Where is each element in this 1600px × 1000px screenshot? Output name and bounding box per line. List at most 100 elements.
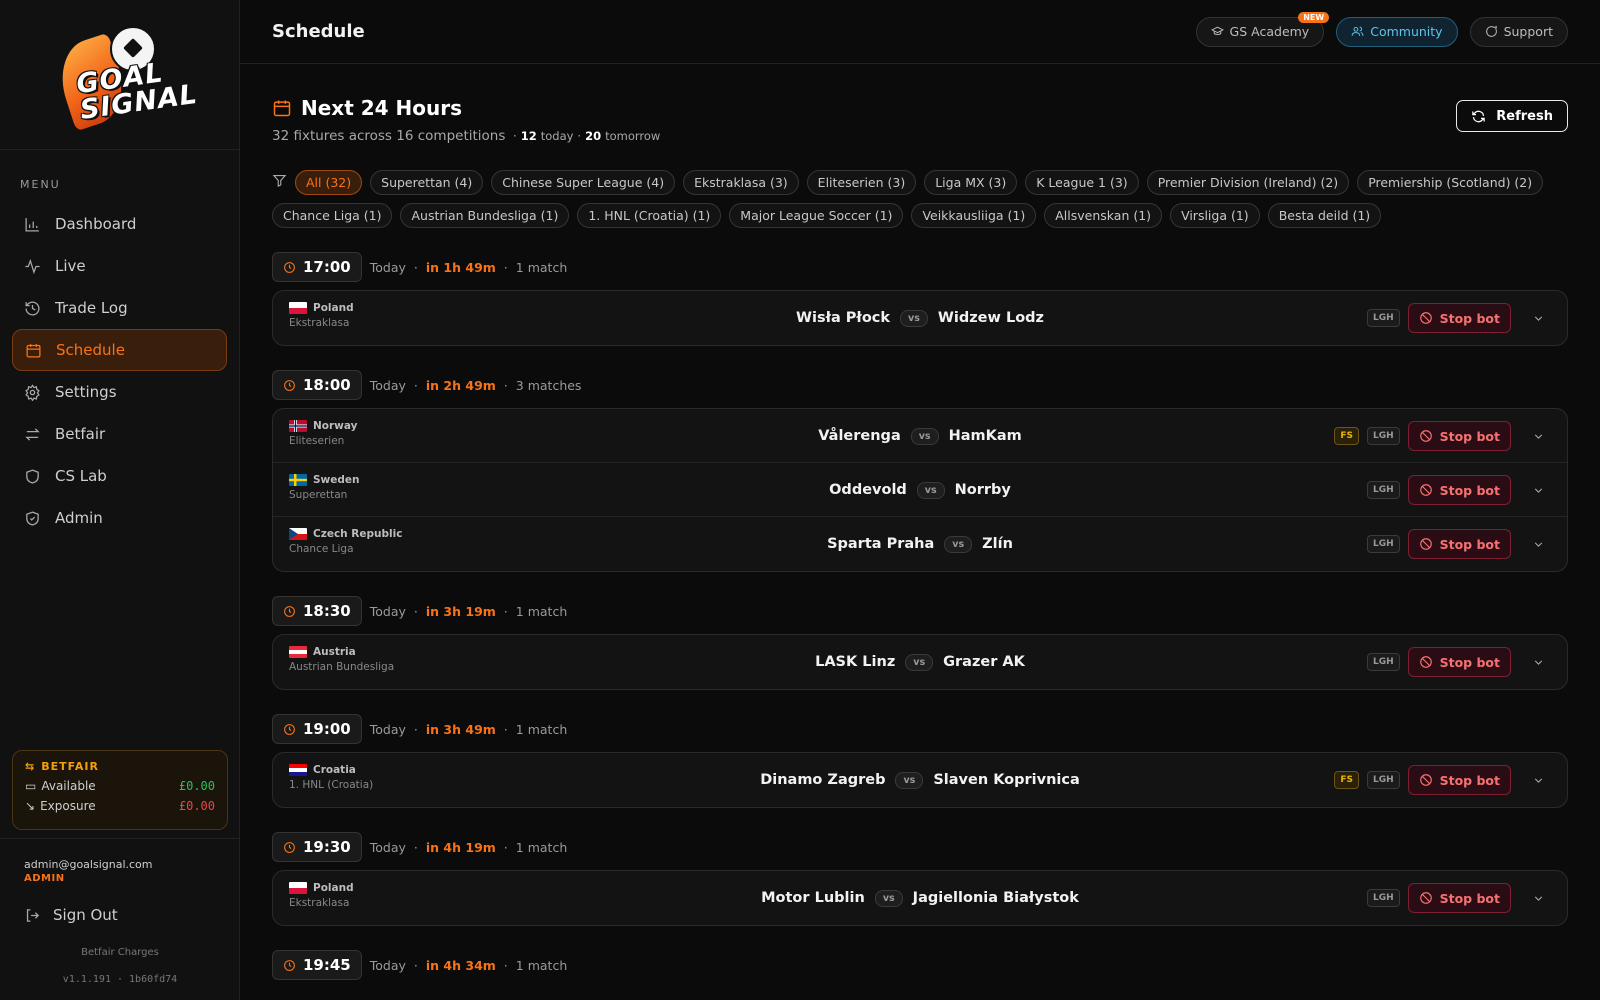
expand-button[interactable] [1523,774,1553,787]
matches-card: Austria Austrian Bundesliga LASK Linz vs Gra… [272,634,1568,690]
expand-button[interactable] [1523,312,1553,325]
user-email: admin@goalsignal.com [24,858,153,871]
league-info: Norway Eliteserien [289,420,358,447]
stop-bot-button[interactable]: Stop bot [1407,303,1511,333]
country-flag-icon [289,646,307,658]
match-row[interactable]: Croatia 1. HNL (Croatia) Dinamo Zagreb vs Sl… [273,753,1567,807]
exposure-row: ↘ Exposure £0.00 [25,799,215,813]
match-row[interactable]: Czech Republic Chance Liga Sparta Praha vs Z… [273,517,1567,571]
match-row[interactable]: Sweden Superettan Oddevold vs Norrby LGH Stop … [273,463,1567,517]
home-team: Sparta Praha [827,536,935,552]
vs-badge: vs [944,535,973,553]
country-name: Sweden [313,474,360,486]
stop-bot-button[interactable]: Stop bot [1407,883,1511,913]
refresh-button[interactable]: Refresh [1456,100,1568,132]
sidebar-item-admin[interactable]: Admin [12,497,227,539]
country-flag-icon [289,882,307,894]
filter-chip[interactable]: Eliteserien (3) [806,170,917,195]
sidebar-item-settings[interactable]: Settings [12,371,227,413]
goalsignal-logo[interactable]: GOAL SIGNAL [40,20,200,131]
bar-chart-icon [25,217,39,232]
gs-academy-button[interactable]: GS Academy NEW [1195,11,1330,47]
away-team: Zlín [982,536,1013,552]
filter-chip[interactable]: Chance Liga (1) [272,203,393,228]
menu-title: MENU [20,178,61,191]
match-row[interactable]: Norway Eliteserien Vålerenga vs HamKam FS LGH S… [273,409,1567,463]
lgh-tag: LGH [1366,535,1400,553]
filter-chip[interactable]: Ekstraklasa (3) [683,170,799,195]
chevron-down-icon [1534,487,1542,493]
away-team: Slaven Koprivnica [933,772,1080,788]
match-count: 1 match [515,839,568,855]
time-group: 19:45 Today · in 4h 34m · 1 match [272,950,1568,980]
matches-card: Croatia 1. HNL (Croatia) Dinamo Zagreb vs Sl… [272,752,1568,808]
league-info: Sweden Superettan [289,474,360,501]
sidebar-item-cs-lab[interactable]: CS Lab [12,455,227,497]
filter-chip[interactable]: Chinese Super League (4) [491,170,676,195]
stop-bot-button[interactable]: Stop bot [1407,475,1511,505]
community-button[interactable]: Community [1336,16,1458,47]
filter-chip[interactable]: Superettan (4) [370,170,484,195]
section-title: Next 24 Hours [272,96,660,120]
countdown: in 3h 49m [425,721,496,737]
stop-bot-button[interactable]: Stop bot [1407,647,1511,677]
stop-bot-button[interactable]: Stop bot [1407,529,1511,559]
expand-button[interactable] [1523,538,1553,551]
new-badge: NEW [1298,11,1330,23]
countdown: in 4h 34m [425,957,496,973]
expand-button[interactable] [1523,430,1553,443]
app-version: v1.1.191 · 1b60fd74 [62,974,178,985]
home-team: Oddevold [829,482,907,498]
ban-icon [1419,892,1432,904]
ban-icon [1419,312,1432,324]
time-group: 19:00 Today · in 3h 49m · 1 match Croatia 1. HN… [272,714,1568,808]
schedule-groups: 17:00 Today · in 1h 49m · 1 match Poland Ekstra… [272,252,1568,980]
betfair-balance-card: ⇆ BETFAIR ▭ Available £0.00 ↘ Exposure £0.… [12,750,228,830]
day-label: Today [369,839,406,855]
lgh-tag: LGH [1366,889,1400,907]
filter-chip[interactable]: All (32) [295,170,363,195]
filter-chip[interactable]: Veikkausliiga (1) [911,203,1037,228]
matches-card: Poland Ekstraklasa Motor Lublin vs Jagiellon… [272,870,1568,926]
country-flag-icon [289,302,307,314]
filter-chip[interactable]: Premiership (Scotland) (2) [1357,170,1544,195]
calendar-icon [273,100,291,117]
time-group: 18:00 Today · in 2h 49m · 3 matches Norway Elit… [272,370,1568,572]
filter-chip[interactable]: Premier Division (Ireland) (2) [1146,170,1350,195]
day-label: Today [369,377,406,393]
sidebar-item-schedule[interactable]: Schedule [12,329,227,371]
match-row[interactable]: Poland Ekstraklasa Wisła Płock vs Widzew Lod… [273,291,1567,345]
sidebar-item-dashboard[interactable]: Dashboard [12,203,227,245]
message-circle-icon [1485,25,1497,37]
chevron-down-icon [1534,895,1542,901]
expand-button[interactable] [1523,484,1553,497]
expand-button[interactable] [1523,656,1553,669]
filter-chip[interactable]: Austrian Bundesliga (1) [400,203,570,228]
filter-chip[interactable]: Liga MX (3) [924,170,1018,195]
sign-out-button[interactable]: Sign Out [24,906,118,924]
away-team: Grazer AK [943,654,1025,670]
stop-bot-button[interactable]: Stop bot [1407,421,1511,451]
filter-chip[interactable]: K League 1 (3) [1025,170,1139,195]
wallet-icon: ▭ [25,779,37,793]
sidebar-item-trade-log[interactable]: Trade Log [12,287,227,329]
match-row[interactable]: Austria Austrian Bundesliga LASK Linz vs Gra… [273,635,1567,689]
stop-bot-button[interactable]: Stop bot [1407,765,1511,795]
available-value: £0.00 [178,779,215,793]
refresh-icon [1472,110,1486,122]
day-label: Today [369,957,406,973]
vs-badge: vs [916,481,945,499]
match-row[interactable]: Poland Ekstraklasa Motor Lublin vs Jagiellon… [273,871,1567,925]
lgh-tag: LGH [1366,653,1400,671]
filter-chip[interactable]: 1. HNL (Croatia) (1) [577,203,722,228]
support-button[interactable]: Support [1469,16,1568,47]
betfair-charges-link[interactable]: Betfair Charges [0,947,240,958]
filter-chip[interactable]: Besta deild (1) [1267,203,1382,228]
expand-button[interactable] [1523,892,1553,905]
filter-chip[interactable]: Virsliga (1) [1170,203,1260,228]
sidebar-item-live[interactable]: Live [12,245,227,287]
filter-chip[interactable]: Allsvenskan (1) [1044,203,1163,228]
users-icon [1351,26,1364,36]
sidebar-item-betfair[interactable]: Betfair [12,413,227,455]
filter-chip[interactable]: Major League Soccer (1) [729,203,904,228]
